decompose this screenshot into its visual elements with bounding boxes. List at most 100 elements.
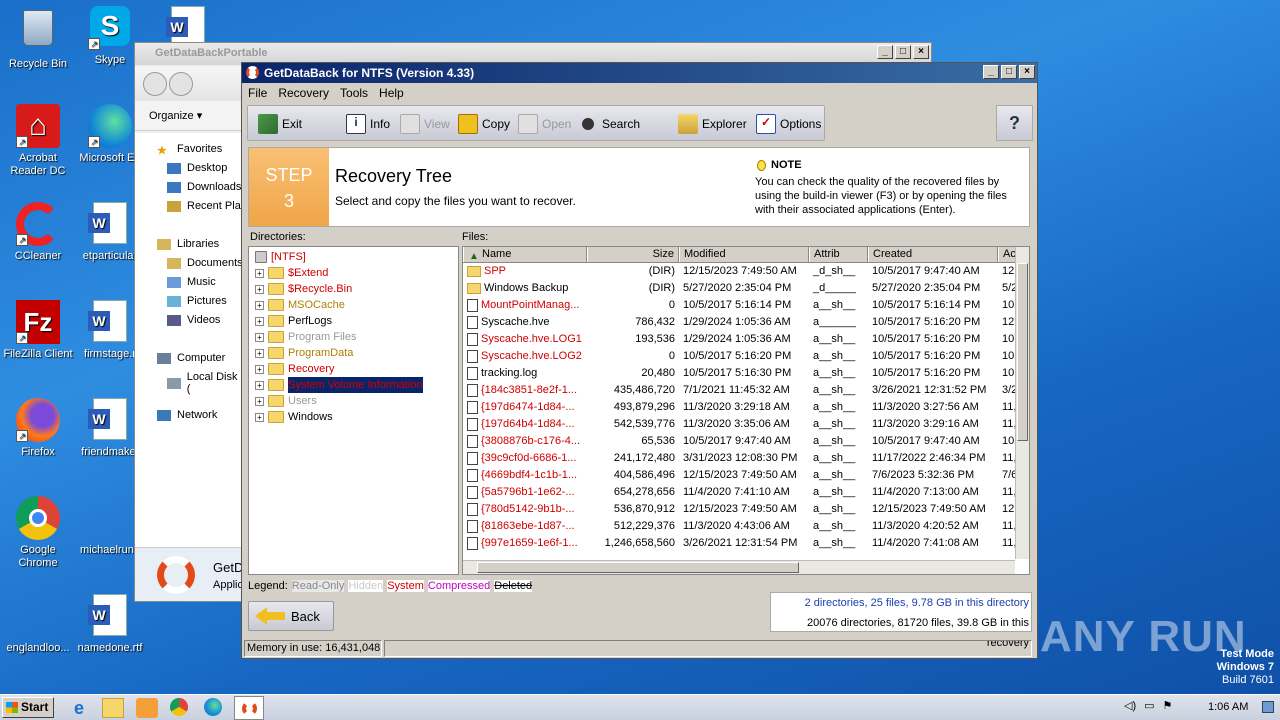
tree-root[interactable]: [NTFS]	[249, 249, 458, 265]
organize-button[interactable]: Organize ▾	[149, 109, 202, 122]
options-button[interactable]: ✓ Options	[756, 114, 821, 134]
file-row[interactable]: Syscache.hve.LOG1 193,536 1/29/2024 1:05:3…	[463, 331, 1029, 348]
explorer-maximize-button[interactable]: □	[895, 45, 911, 59]
taskbar-ie-icon[interactable]: e	[68, 698, 90, 718]
desktop-icon-ccleaner[interactable]: ↗ CCleaner	[0, 202, 76, 263]
nav-pictures[interactable]: Pictures	[167, 295, 227, 307]
file-row[interactable]: {81863ebe-1d87-... 512,229,376 11/3/2020 4…	[463, 518, 1029, 535]
desktop-icon-chrome[interactable]: Google Chrome	[0, 496, 76, 570]
col-size[interactable]: Size	[587, 247, 679, 262]
file-row[interactable]: {5a5796b1-1e62-... 654,278,656 11/4/2020 7…	[463, 484, 1029, 501]
desktop-icon-namedone[interactable]: namedone.rtf	[72, 594, 148, 655]
search-button[interactable]: Search	[578, 114, 640, 134]
back-arrow-icon[interactable]	[143, 72, 167, 96]
tree-item[interactable]: + $Recycle.Bin	[249, 281, 458, 297]
nav-videos[interactable]: Videos	[167, 314, 220, 326]
exit-button[interactable]: Exit	[258, 114, 302, 134]
forward-arrow-icon[interactable]	[169, 72, 193, 96]
taskbar-chrome-icon[interactable]	[170, 698, 188, 716]
tree-item[interactable]: + Windows	[249, 409, 458, 425]
explorer-minimize-button[interactable]: _	[877, 45, 893, 59]
tree-item[interactable]: + ProgramData	[249, 345, 458, 361]
nav-recent-places[interactable]: Recent Pla	[167, 200, 241, 212]
app-titlebar[interactable]: GetDataBack for NTFS (Version 4.33) _ □ …	[242, 63, 1037, 83]
back-button[interactable]: Back	[248, 601, 334, 631]
desktop-icon-englandloo[interactable]: englandloo...	[0, 594, 76, 655]
clock[interactable]: 1:06 AM	[1208, 701, 1248, 713]
explorer-close-button[interactable]: ×	[913, 45, 929, 59]
file-row[interactable]: tracking.log 20,480 10/5/2017 5:16:30 PM a_…	[463, 365, 1029, 382]
file-row[interactable]: {780d5142-9b1b-... 536,870,912 12/15/2023 …	[463, 501, 1029, 518]
info-button[interactable]: i Info	[346, 114, 390, 134]
col-name[interactable]: ▲ Name	[463, 247, 587, 262]
tree-item[interactable]: + Recovery	[249, 361, 458, 377]
nav-downloads[interactable]: Downloads	[167, 181, 241, 193]
expand-icon[interactable]: +	[255, 412, 264, 422]
file-row[interactable]: Syscache.hve 786,432 1/29/2024 1:05:36 AM a…	[463, 314, 1029, 331]
help-button[interactable]: ?	[996, 105, 1033, 141]
menu-tools[interactable]: Tools	[340, 86, 368, 103]
nav-computer[interactable]: Computer	[157, 352, 225, 364]
tree-item[interactable]: + System Volume Information	[249, 376, 458, 394]
expand-icon[interactable]: +	[255, 300, 264, 310]
app-minimize-button[interactable]: _	[983, 65, 999, 79]
tree-item[interactable]: + MSOCache	[249, 297, 458, 313]
col-attrib[interactable]: Attrib	[809, 247, 868, 262]
expand-icon[interactable]: +	[255, 316, 264, 326]
expand-icon[interactable]: +	[255, 364, 264, 374]
file-row[interactable]: {3808876b-c176-4... 65,536 10/5/2017 9:47:…	[463, 433, 1029, 450]
menu-file[interactable]: File	[248, 86, 267, 103]
menu-recovery[interactable]: Recovery	[278, 86, 329, 103]
file-row[interactable]: {997e1659-1e6f-1... 1,246,658,560 3/26/202…	[463, 535, 1029, 552]
start-button[interactable]: Start	[2, 697, 54, 718]
file-row[interactable]: Windows Backup (DIR) 5/27/2020 2:35:04 PM _…	[463, 280, 1029, 297]
taskbar-edge-icon[interactable]	[204, 698, 222, 716]
app-maximize-button[interactable]: □	[1001, 65, 1017, 79]
file-row[interactable]: Syscache.hve.LOG2 0 10/5/2017 5:16:20 PM a_…	[463, 348, 1029, 365]
expand-icon[interactable]: +	[255, 348, 264, 358]
directory-tree[interactable]: [NTFS] + $Extend + $Recycle.Bin + MSOCache + Pe…	[248, 246, 459, 575]
hscroll-thumb[interactable]	[477, 562, 799, 573]
tree-item[interactable]: + Program Files	[249, 329, 458, 345]
getdataback-window[interactable]: GetDataBack for NTFS (Version 4.33) _ □ …	[241, 62, 1038, 659]
show-desktop-icon[interactable]	[1262, 701, 1274, 713]
volume-icon[interactable]: ◁)	[1124, 699, 1136, 712]
file-row[interactable]: {184c3851-8e2f-1... 435,486,720 7/1/2021 1…	[463, 382, 1029, 399]
tree-item[interactable]: + Users	[249, 393, 458, 409]
taskbar-media-icon[interactable]	[136, 698, 158, 718]
nav-local-disk[interactable]: Local Disk (	[167, 371, 243, 395]
files-list[interactable]: ▲ Name Size Modified Attrib Created Ac SP…	[462, 246, 1030, 575]
col-modified[interactable]: Modified	[679, 247, 809, 262]
network-tray-icon[interactable]: ▭	[1144, 699, 1154, 712]
horizontal-scrollbar[interactable]	[463, 560, 1015, 574]
desktop-icon-recycle-bin[interactable]: Recycle Bin	[0, 6, 76, 71]
taskbar-explorer-icon[interactable]	[102, 698, 124, 718]
file-row[interactable]: {197d6474-1d84-... 493,879,296 11/3/2020 3…	[463, 399, 1029, 416]
file-row[interactable]: {4669bdf4-1c1b-1... 404,586,496 12/15/2023…	[463, 467, 1029, 484]
desktop-icon-firefox[interactable]: ↗ Firefox	[0, 398, 76, 459]
file-row[interactable]: MountPointManag... 0 10/5/2017 5:16:14 PM a…	[463, 297, 1029, 314]
copy-button[interactable]: Copy	[458, 114, 510, 134]
nav-network[interactable]: Network	[157, 409, 217, 421]
file-row[interactable]: {197d64b4-1d84-... 542,539,776 11/3/2020 3…	[463, 416, 1029, 433]
vertical-scrollbar[interactable]	[1015, 247, 1029, 559]
taskbar-getdataback-icon[interactable]	[234, 696, 264, 720]
explorer-button[interactable]: Explorer	[678, 114, 747, 134]
nav-music[interactable]: Music	[167, 276, 216, 288]
expand-icon[interactable]: +	[255, 332, 264, 342]
nav-libraries[interactable]: Libraries	[157, 238, 219, 250]
tree-item[interactable]: + PerfLogs	[249, 313, 458, 329]
open-button[interactable]: Open	[518, 114, 571, 134]
expand-icon[interactable]: +	[255, 396, 264, 406]
desktop-icon-acrobat[interactable]: ⌂ ↗ Acrobat Reader DC	[0, 104, 76, 178]
desktop-icon-filezilla[interactable]: Fz ↗ FileZilla Client	[0, 300, 76, 361]
scroll-thumb[interactable]	[1017, 263, 1028, 441]
view-button[interactable]: View	[400, 114, 450, 134]
file-row[interactable]: {39c9cf0d-6686-1... 241,172,480 3/31/2023 …	[463, 450, 1029, 467]
nav-desktop[interactable]: Desktop	[167, 162, 227, 174]
nav-favorites[interactable]: ★ Favorites	[157, 143, 222, 157]
tree-item[interactable]: + $Extend	[249, 265, 458, 281]
flag-icon[interactable]: ⚑	[1163, 699, 1173, 712]
expand-icon[interactable]: +	[255, 268, 264, 278]
expand-icon[interactable]: +	[255, 380, 264, 390]
